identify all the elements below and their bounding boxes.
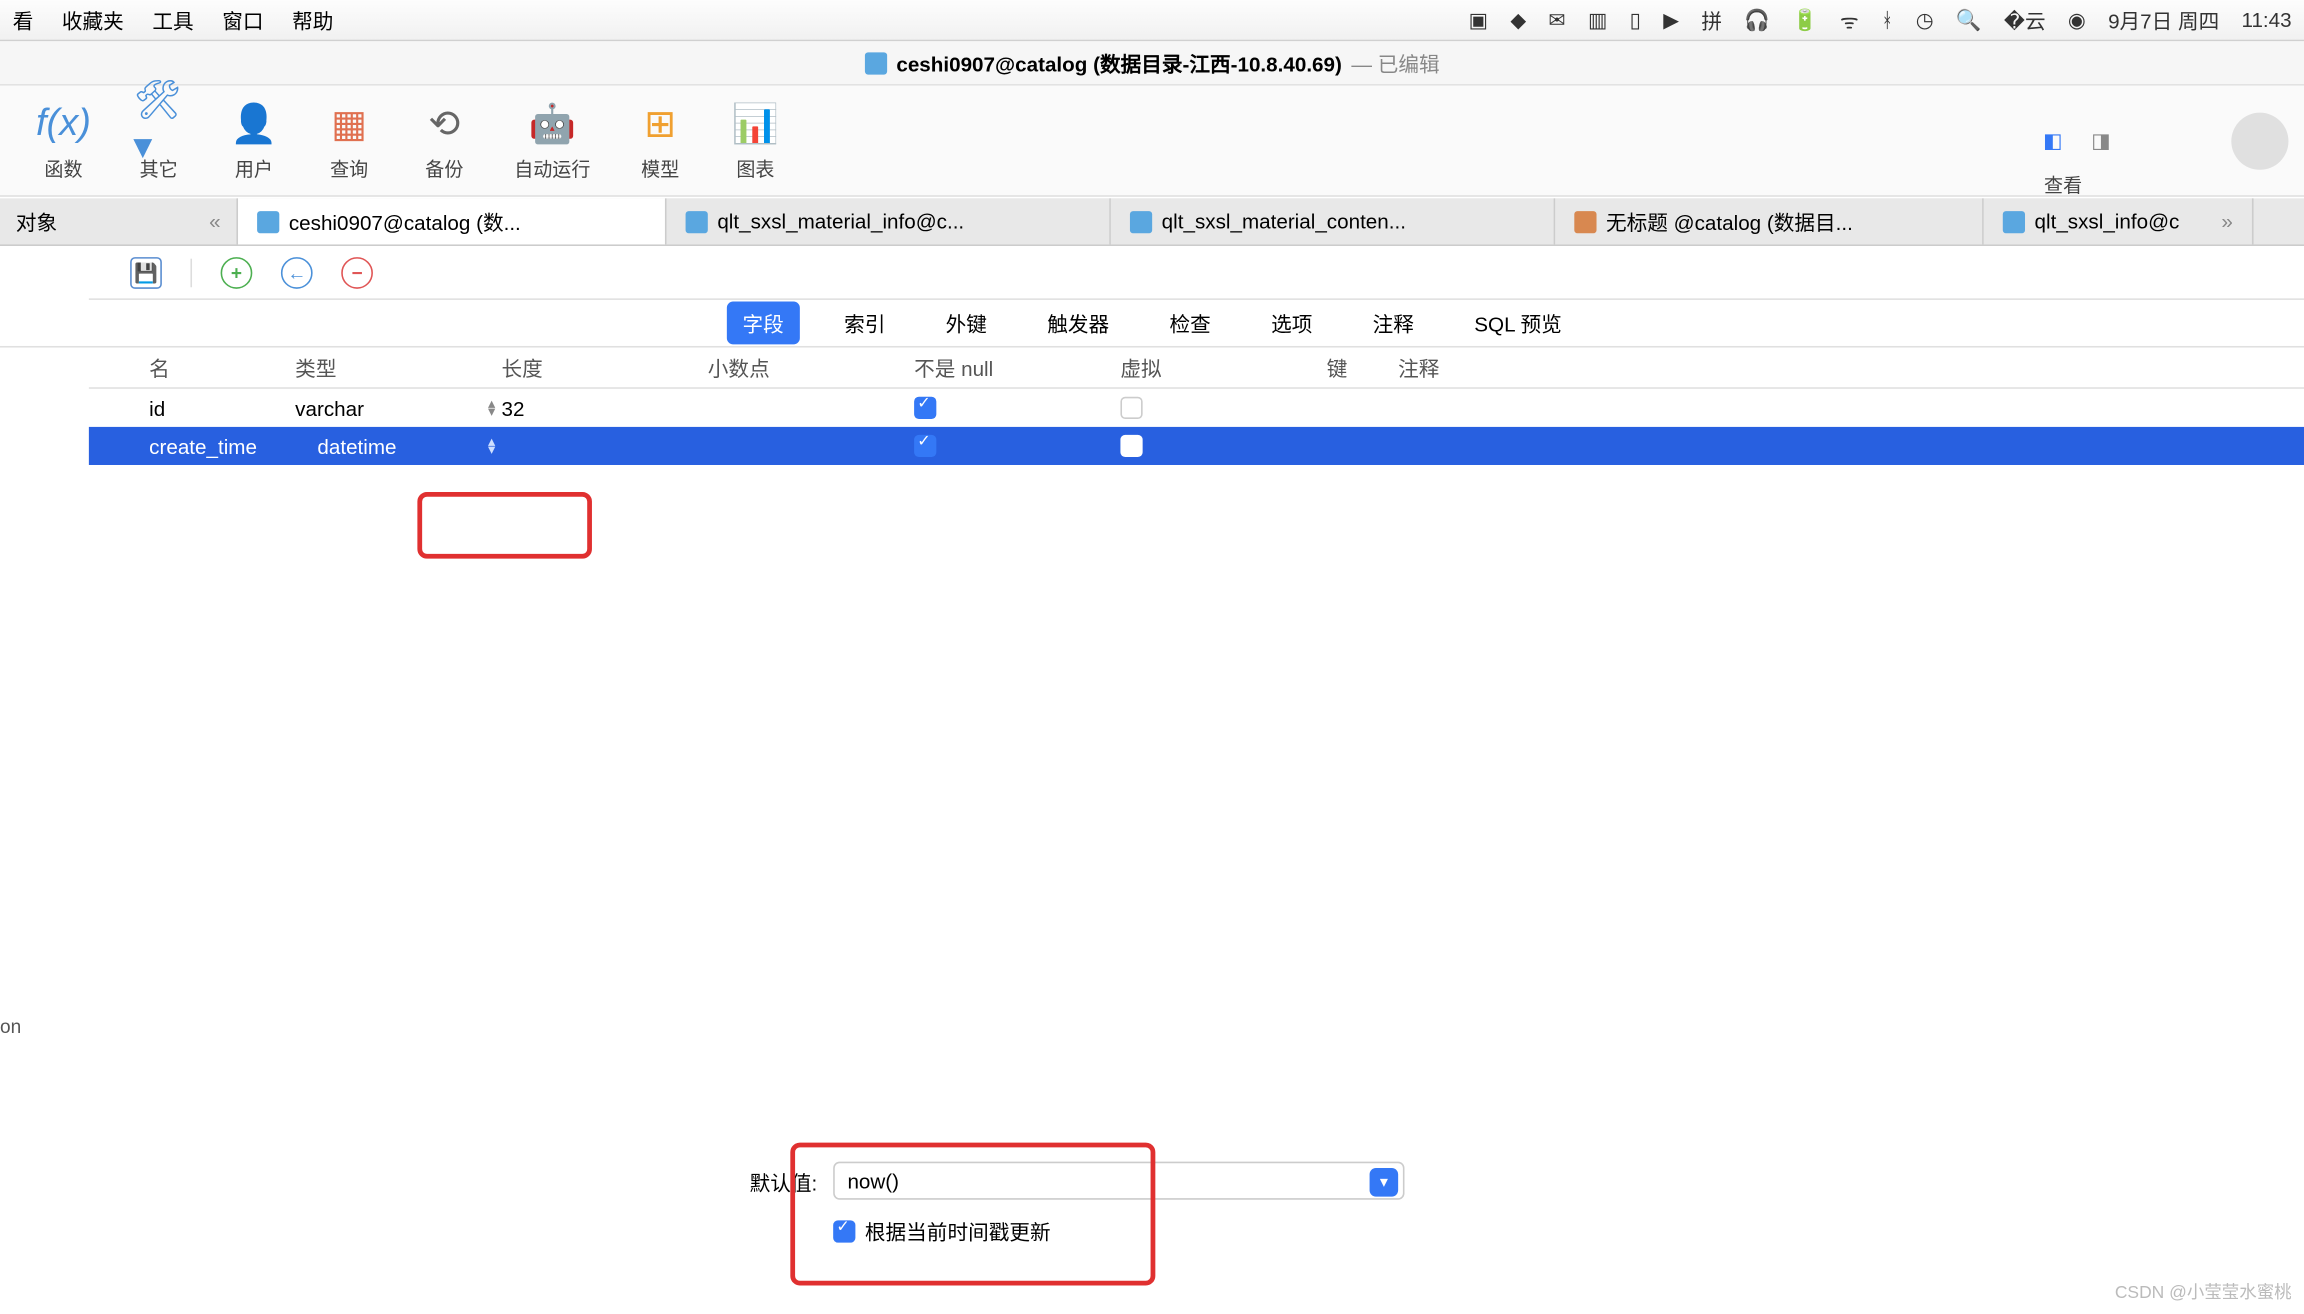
- update-timestamp-checkbox[interactable]: [833, 1220, 855, 1242]
- menu-help[interactable]: 帮助: [292, 5, 333, 35]
- col-type[interactable]: 类型: [295, 352, 501, 382]
- siri-icon[interactable]: ◉: [2068, 7, 2086, 32]
- col-name[interactable]: 名: [89, 352, 295, 382]
- tab-1[interactable]: qlt_sxsl_material_info@c...: [667, 198, 1111, 244]
- window-title: ceshi0907@catalog (数据目录-江西-10.8.40.69): [896, 48, 1342, 78]
- edited-indicator: — 已编辑: [1351, 48, 1439, 78]
- avatar-icon[interactable]: [2231, 112, 2288, 169]
- col-comment[interactable]: 注释: [1398, 352, 2304, 382]
- default-value-input[interactable]: now() ▾: [833, 1162, 1404, 1200]
- tab-0[interactable]: ceshi0907@catalog (数...: [238, 198, 666, 244]
- virtual-checkbox[interactable]: [1120, 397, 1142, 419]
- toolbar-user[interactable]: 👤用户: [206, 92, 301, 189]
- menu-tools[interactable]: 工具: [152, 5, 193, 35]
- menubar-date[interactable]: 9月7日 周四: [2108, 5, 2219, 35]
- search-icon[interactable]: 🔍: [1956, 7, 1982, 32]
- toolbar-function[interactable]: f(x)函数: [16, 92, 111, 189]
- battery-icon[interactable]: 🔋: [1792, 7, 1818, 32]
- tray-icon[interactable]: 🎧: [1744, 7, 1770, 32]
- panel-toggle-right-icon[interactable]: ◨: [2091, 128, 2111, 153]
- query-icon: [1574, 210, 1596, 232]
- type-stepper-icon[interactable]: ▴▾: [488, 438, 495, 454]
- tab-4[interactable]: qlt_sxsl_info@c»: [1984, 198, 2254, 244]
- tab-3[interactable]: 无标题 @catalog (数据目...: [1555, 198, 1983, 244]
- col-key[interactable]: 键: [1327, 352, 1398, 382]
- menu-favorites[interactable]: 收藏夹: [62, 5, 124, 35]
- col-decimal[interactable]: 小数点: [708, 352, 914, 382]
- toolbar-query[interactable]: ▦查询: [302, 92, 397, 189]
- col-notnull[interactable]: 不是 null: [914, 352, 1120, 382]
- virtual-checkbox[interactable]: [1120, 435, 1142, 457]
- menu-view[interactable]: 看: [13, 5, 34, 35]
- notnull-checkbox[interactable]: [914, 397, 936, 419]
- subtab-fields[interactable]: 字段: [727, 302, 800, 345]
- panel-toggle-left-icon[interactable]: ◧: [2043, 128, 2063, 153]
- subtab-triggers[interactable]: 触发器: [1031, 302, 1125, 345]
- wifi-icon[interactable]: ᯤ: [1840, 6, 1859, 35]
- col-virtual[interactable]: 虚拟: [1120, 352, 1326, 382]
- annotation-highlight: [417, 492, 592, 559]
- bluetooth-icon[interactable]: ᚼ: [1881, 8, 1893, 32]
- table-icon: [257, 210, 279, 232]
- col-length[interactable]: 长度: [501, 352, 707, 382]
- subtab-indexes[interactable]: 索引: [828, 302, 901, 345]
- toolbar-chart[interactable]: 📊图表: [708, 92, 803, 189]
- toolbar-other[interactable]: 🛠▾其它: [111, 92, 206, 189]
- tray-icon[interactable]: ✉: [1548, 7, 1565, 32]
- tray-icon[interactable]: ◆: [1510, 7, 1526, 32]
- subtab-comment[interactable]: 注释: [1357, 302, 1430, 345]
- field-row-id[interactable]: id varchar▴▾ 32: [89, 389, 2304, 427]
- table-icon: [1130, 210, 1152, 232]
- field-properties: 默认值: now() ▾ 根据当前时间戳更新: [722, 1162, 1404, 1246]
- save-button[interactable]: 💾: [130, 256, 162, 288]
- subtab-fk[interactable]: 外键: [930, 302, 1003, 345]
- tray-icon[interactable]: ▥: [1588, 7, 1608, 32]
- control-center-icon[interactable]: �云: [2004, 5, 2046, 35]
- grid-header: 名 类型 长度 小数点 不是 null 虚拟 键 注释: [89, 348, 2304, 389]
- tray-icon[interactable]: 拼: [1701, 5, 1722, 35]
- tray-icon[interactable]: ▣: [1469, 7, 1489, 32]
- table-icon: [686, 210, 708, 232]
- menubar: 看 收藏夹 工具 窗口 帮助 ▣ ◆ ✉ ▥ ▯ ▶ 拼 🎧 🔋 ᯤ ᚼ ◷ 🔍…: [0, 0, 2304, 41]
- update-timestamp-label: 根据当前时间戳更新: [865, 1216, 1051, 1246]
- left-panel-cut: on: [0, 1016, 21, 1038]
- menubar-time[interactable]: 11:43: [2242, 8, 2292, 32]
- designer-tabs: 字段 索引 外键 触发器 检查 选项 注释 SQL 预览: [0, 300, 2304, 348]
- table-icon: [2003, 210, 2025, 232]
- subtab-options[interactable]: 选项: [1255, 302, 1328, 345]
- type-stepper-icon[interactable]: ▴▾: [488, 400, 495, 416]
- dropdown-icon[interactable]: ▾: [1370, 1168, 1399, 1197]
- document-tabs: 对象« ceshi0907@catalog (数... qlt_sxsl_mat…: [0, 198, 2304, 246]
- field-row-create-time[interactable]: create_time datetime▴▾: [89, 427, 2304, 465]
- tray-icon[interactable]: ▶: [1663, 7, 1679, 32]
- menu-window[interactable]: 窗口: [222, 5, 263, 35]
- clock-icon[interactable]: ◷: [1916, 7, 1934, 32]
- tray-icon[interactable]: ▯: [1630, 7, 1641, 32]
- delete-button[interactable]: −: [341, 256, 373, 288]
- titlebar: ceshi0907@catalog (数据目录-江西-10.8.40.69) —…: [0, 41, 2304, 85]
- subtab-check[interactable]: 检查: [1154, 302, 1227, 345]
- subtab-sqlpreview[interactable]: SQL 预览: [1458, 302, 1577, 345]
- default-label: 默认值:: [722, 1166, 817, 1196]
- watermark: CSDN @小莹莹水蜜桃: [2115, 1279, 2292, 1304]
- notnull-checkbox[interactable]: [914, 435, 936, 457]
- add-button[interactable]: +: [221, 256, 253, 288]
- back-button[interactable]: ←: [281, 256, 313, 288]
- tab-2[interactable]: qlt_sxsl_material_conten...: [1111, 198, 1555, 244]
- toolbar-model[interactable]: ⊞模型: [613, 92, 708, 189]
- toolbar-backup[interactable]: ⟲备份: [397, 92, 492, 189]
- objects-tab[interactable]: 对象«: [0, 198, 238, 244]
- connection-icon: [865, 52, 887, 74]
- toolbar-automation[interactable]: 🤖自动运行: [492, 92, 613, 189]
- fields-grid: 名 类型 长度 小数点 不是 null 虚拟 键 注释 id varchar▴▾…: [89, 348, 2304, 465]
- action-bar: 💾 + ← −: [89, 246, 2304, 300]
